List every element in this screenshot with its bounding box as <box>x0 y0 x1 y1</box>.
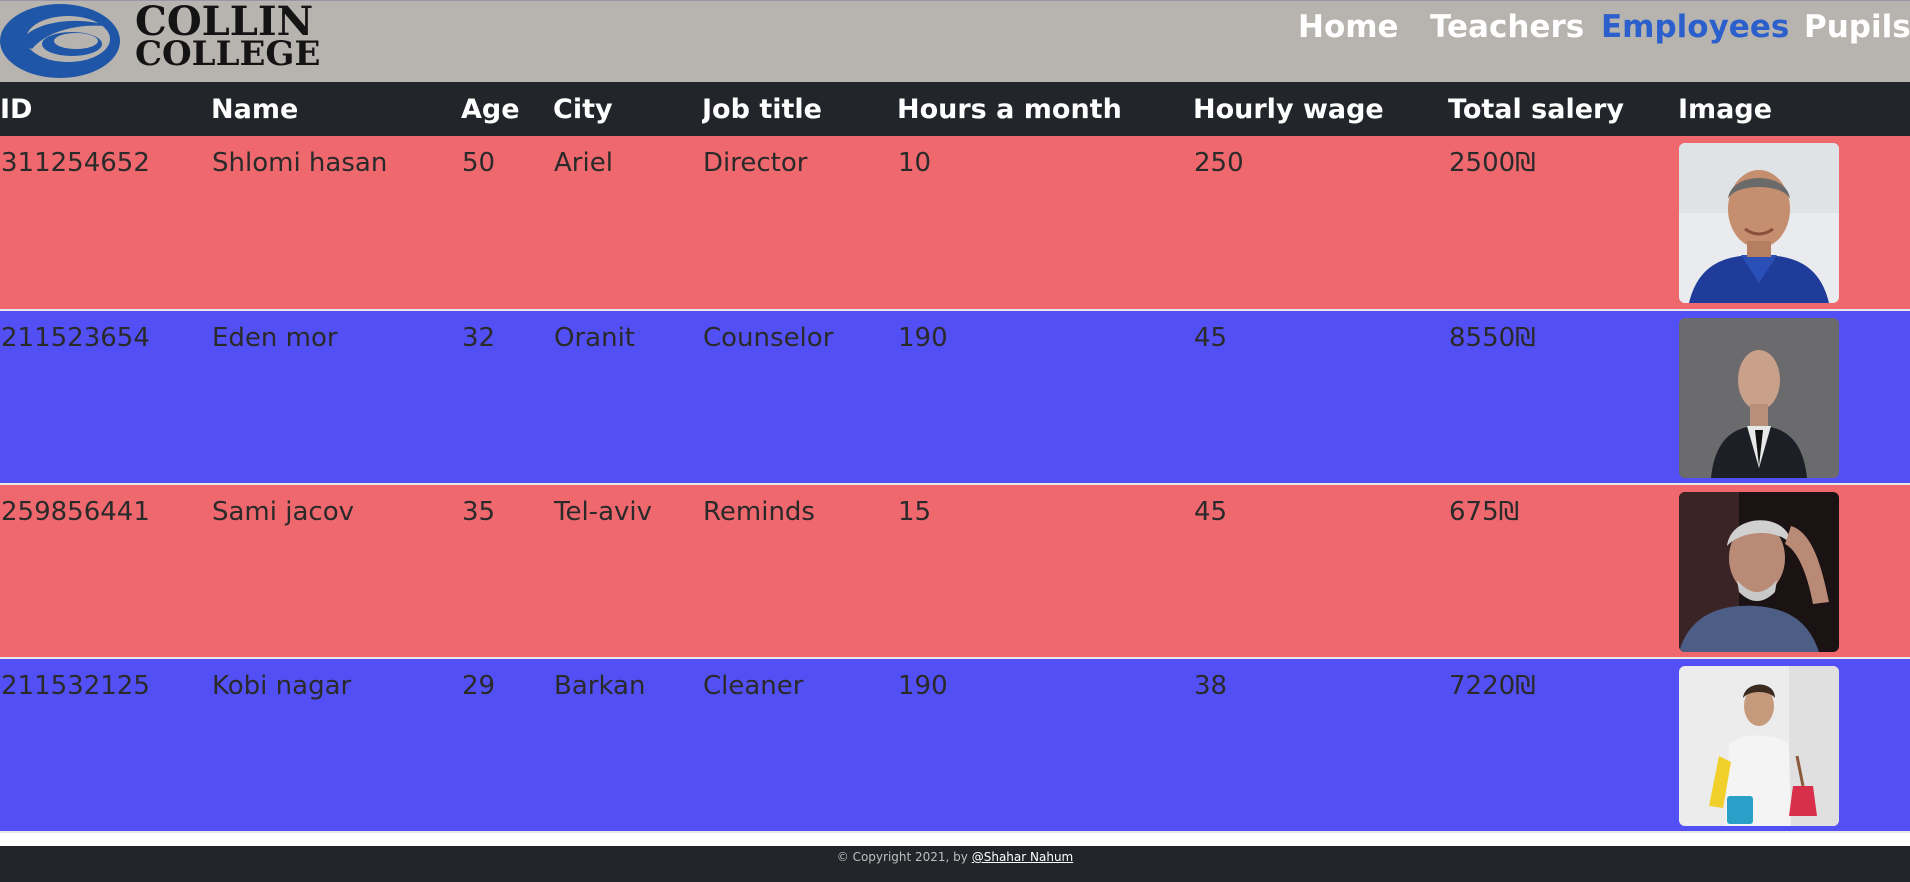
cell-name: Eden mor <box>211 310 461 485</box>
cell-image <box>1678 484 1910 659</box>
cell-job-title: Cleaner <box>702 658 897 833</box>
nav-link-home[interactable]: Home <box>1298 9 1399 45</box>
nav-link-employees[interactable]: Employees <box>1601 9 1789 45</box>
column-header-image: Image <box>1678 82 1910 136</box>
cell-id: 211523654 <box>0 310 211 485</box>
college-logo[interactable]: COLLIN COLLEGE <box>0 1 320 83</box>
logo-line2: COLLEGE <box>135 34 321 74</box>
column-header-wage: Hourly wage <box>1193 82 1448 136</box>
nav-link-pupils[interactable]: Pupils <box>1804 9 1910 45</box>
cell-id: 311254652 <box>0 136 211 311</box>
cell-job-title: Director <box>702 136 897 311</box>
column-header-city: City <box>553 82 702 136</box>
table-row: 211523654 Eden mor 32 Oranit Counselor 1… <box>0 310 1910 485</box>
cell-image <box>1678 310 1910 485</box>
cell-total: 7220₪ <box>1448 658 1678 833</box>
cell-name: Sami jacov <box>211 484 461 659</box>
cell-wage: 250 <box>1193 136 1448 311</box>
cell-wage: 45 <box>1193 484 1448 659</box>
cell-wage: 45 <box>1193 310 1448 485</box>
column-header-total: Total salery <box>1448 82 1678 136</box>
table-row: 211532125 Kobi nagar 29 Barkan Cleaner 1… <box>0 658 1910 833</box>
cell-name: Kobi nagar <box>211 658 461 833</box>
cell-city: Oranit <box>553 310 702 485</box>
table-row: 311254652 Shlomi hasan 50 Ariel Director… <box>0 136 1910 311</box>
column-header-job-title: Job title <box>702 82 897 136</box>
cell-id: 211532125 <box>0 658 211 833</box>
cell-city: Barkan <box>553 658 702 833</box>
cell-age: 50 <box>461 136 553 311</box>
cell-total: 8550₪ <box>1448 310 1678 485</box>
employees-table: ID Name Age City Job title Hours a month… <box>0 82 1910 833</box>
cell-id: 259856441 <box>0 484 211 659</box>
cell-job-title: Reminds <box>702 484 897 659</box>
cell-city: Tel-aviv <box>553 484 702 659</box>
cell-hours: 15 <box>897 484 1193 659</box>
employee-photo <box>1679 318 1839 478</box>
cell-age: 29 <box>461 658 553 833</box>
cell-image <box>1678 658 1910 833</box>
column-header-hours: Hours a month <box>897 82 1193 136</box>
cell-city: Ariel <box>553 136 702 311</box>
copyright-text: © Copyright 2021, by <box>836 850 972 864</box>
logo-wordmark: COLLIN COLLEGE <box>135 2 321 74</box>
cell-total: 2500₪ <box>1448 136 1678 311</box>
cell-hours: 10 <box>897 136 1193 311</box>
employee-photo <box>1679 492 1839 652</box>
cell-job-title: Counselor <box>702 310 897 485</box>
swoosh-logo-icon <box>0 4 120 78</box>
cell-age: 32 <box>461 310 553 485</box>
column-header-age: Age <box>461 82 553 136</box>
employee-photo <box>1679 143 1839 303</box>
cell-hours: 190 <box>897 310 1193 485</box>
cell-wage: 38 <box>1193 658 1448 833</box>
employee-photo <box>1679 666 1839 826</box>
table-row: 259856441 Sami jacov 35 Tel-aviv Reminds… <box>0 484 1910 659</box>
site-footer: © Copyright 2021, by @Shahar Nahum <box>0 846 1910 882</box>
cell-hours: 190 <box>897 658 1193 833</box>
cell-image <box>1678 136 1910 311</box>
column-header-id: ID <box>0 82 211 136</box>
cell-total: 675₪ <box>1448 484 1678 659</box>
author-link[interactable]: @Shahar Nahum <box>972 850 1074 864</box>
cell-age: 35 <box>461 484 553 659</box>
table-header-row: ID Name Age City Job title Hours a month… <box>0 82 1910 136</box>
cell-name: Shlomi hasan <box>211 136 461 311</box>
column-header-name: Name <box>211 82 461 136</box>
nav-link-teachers[interactable]: Teachers <box>1430 9 1584 45</box>
site-header: COLLIN COLLEGE Home Teachers Employees P… <box>0 0 1910 82</box>
